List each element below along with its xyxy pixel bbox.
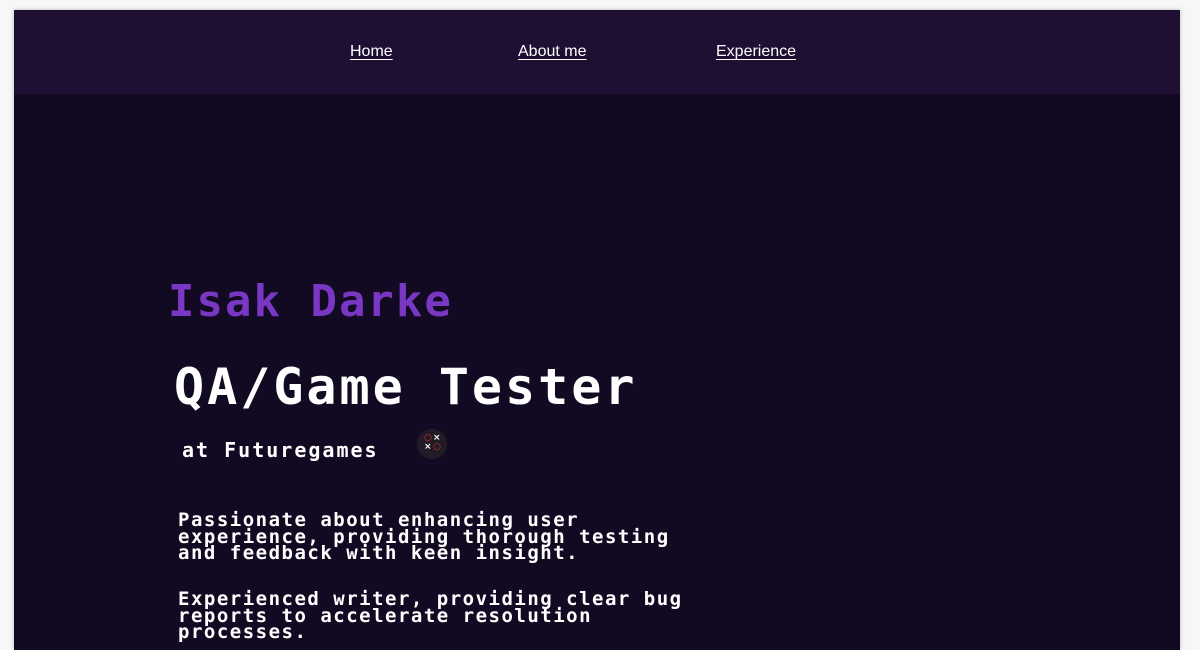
hero-name: Isak Darke [168, 276, 453, 327]
hero-role-title: QA/Game Tester [174, 358, 638, 416]
hero-company: at Futuregames [182, 438, 379, 462]
bio-paragraph-2: Experienced writer, providing clear bug … [178, 588, 683, 643]
nav-link-experience[interactable]: Experience [716, 43, 796, 61]
top-navigation: Home About me Experience [14, 10, 1180, 94]
page-frame: Home About me Experience Isak Darke QA/G… [14, 10, 1180, 650]
futuregames-logo-icon: ○ × × ○ [417, 429, 447, 459]
nav-link-about-me[interactable]: About me [518, 43, 586, 61]
nav-link-home[interactable]: Home [350, 43, 393, 61]
bio-paragraph-1: Passionate about enhancing user experien… [178, 509, 670, 564]
